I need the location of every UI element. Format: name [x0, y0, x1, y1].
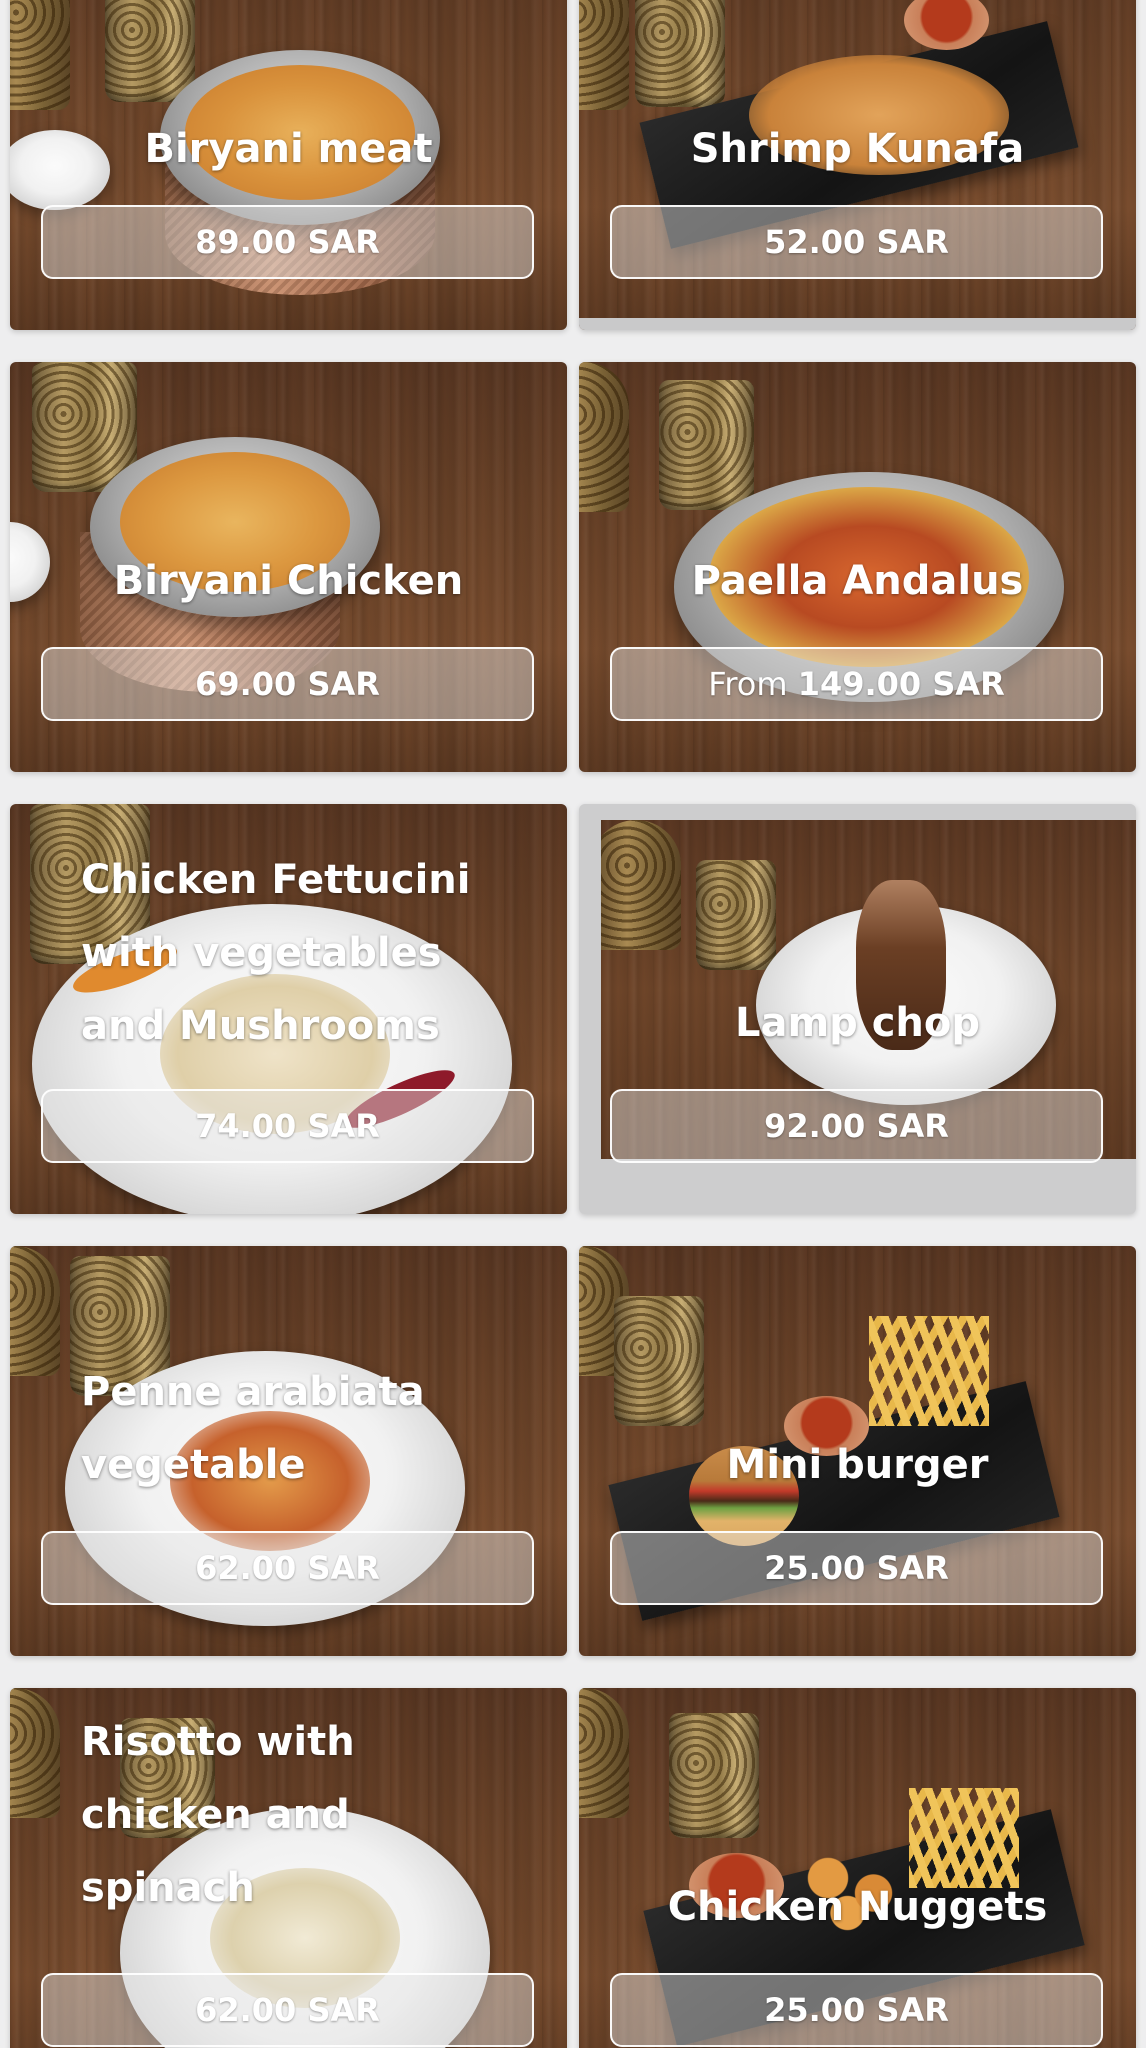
- menu-item-name: Chicken Nuggets: [667, 1884, 1048, 1930]
- glass-cup-image: [32, 362, 137, 492]
- menu-item-name: Shrimp Kunafa: [690, 126, 1025, 172]
- price-value: 69.00 SAR: [195, 665, 380, 703]
- fries-image: [869, 1316, 989, 1426]
- menu-item-price[interactable]: 92.00 SAR: [610, 1089, 1103, 1163]
- menu-item-price[interactable]: 74.00 SAR: [41, 1089, 534, 1163]
- menu-card-mini-burger[interactable]: Mini burger 25.00 SAR: [579, 1246, 1136, 1656]
- price-value: 52.00 SAR: [764, 223, 949, 261]
- price-value: 62.00 SAR: [195, 1549, 380, 1587]
- lantern-image: [579, 0, 629, 110]
- price-value: 25.00 SAR: [764, 1549, 949, 1587]
- glass-cup-image: [635, 0, 725, 107]
- menu-item-price[interactable]: 62.00 SAR: [41, 1531, 534, 1605]
- menu-item-name: Biryani meat: [144, 126, 433, 172]
- menu-card-chicken-nuggets[interactable]: Chicken Nuggets 25.00 SAR: [579, 1688, 1136, 2048]
- menu-item-name: Biryani Chicken: [113, 558, 464, 604]
- lantern-image: [579, 1246, 629, 1376]
- price-value: 25.00 SAR: [764, 1991, 949, 2029]
- price-value: 92.00 SAR: [764, 1107, 949, 1145]
- lantern-image: [601, 820, 681, 950]
- price-value: 74.00 SAR: [195, 1107, 380, 1145]
- menu-item-name: Paella Andalus: [691, 558, 1024, 604]
- menu-item-name: Mini burger: [726, 1442, 989, 1488]
- menu-card-biryani-meat[interactable]: Biryani meat 89.00 SAR: [10, 0, 567, 330]
- sauce-bowl-image: [904, 0, 989, 50]
- glass-cup-image: [696, 860, 776, 970]
- menu-item-name: Lamp chop: [734, 1000, 981, 1046]
- menu-item-price[interactable]: 25.00 SAR: [610, 1973, 1103, 2047]
- price-value: 149.00 SAR: [797, 665, 1005, 703]
- menu-card-shrimp-kunafa[interactable]: Shrimp Kunafa 52.00 SAR: [579, 0, 1136, 330]
- lantern-image: [10, 0, 70, 110]
- menu-card-biryani-chicken[interactable]: Biryani Chicken 69.00 SAR: [10, 362, 567, 772]
- glass-cup-image: [659, 380, 754, 510]
- menu-card-penne-arabiata[interactable]: Penne arabiata vegetable 62.00 SAR: [10, 1246, 567, 1656]
- price-prefix: From: [708, 665, 798, 703]
- menu-card-paella-andalus[interactable]: Paella Andalus From 149.00 SAR: [579, 362, 1136, 772]
- menu-item-price[interactable]: 52.00 SAR: [610, 205, 1103, 279]
- menu-item-name: Chicken Fettucini with vegetables and Mu…: [81, 857, 471, 1049]
- menu-item-price[interactable]: 25.00 SAR: [610, 1531, 1103, 1605]
- menu-card-risotto[interactable]: Risotto with chicken and spinach 62.00 S…: [10, 1688, 567, 2048]
- menu-item-price[interactable]: From 149.00 SAR: [610, 647, 1103, 721]
- glass-cup-image: [105, 0, 195, 102]
- menu-card-chicken-fettucini[interactable]: Chicken Fettucini with vegetables and Mu…: [10, 804, 567, 1214]
- menu-item-name: Penne arabiata vegetable: [81, 1369, 425, 1488]
- price-value: 62.00 SAR: [195, 1991, 380, 2029]
- glass-cup-image: [669, 1713, 759, 1838]
- card-bottom-strip: [579, 318, 1136, 330]
- price-value: 89.00 SAR: [195, 223, 380, 261]
- menu-item-price[interactable]: 62.00 SAR: [41, 1973, 534, 2047]
- lantern-image: [579, 1688, 629, 1818]
- menu-card-lamp-chop[interactable]: Lamp chop 92.00 SAR: [579, 804, 1136, 1214]
- menu-item-price[interactable]: 89.00 SAR: [41, 205, 534, 279]
- lantern-image: [579, 362, 629, 512]
- menu-item-price[interactable]: 69.00 SAR: [41, 647, 534, 721]
- menu-grid-page: Biryani meat 89.00 SAR Shrimp Kunafa 52.…: [0, 0, 1146, 2048]
- menu-item-name: Risotto with chicken and spinach: [81, 1719, 355, 1911]
- glass-cup-image: [614, 1296, 704, 1426]
